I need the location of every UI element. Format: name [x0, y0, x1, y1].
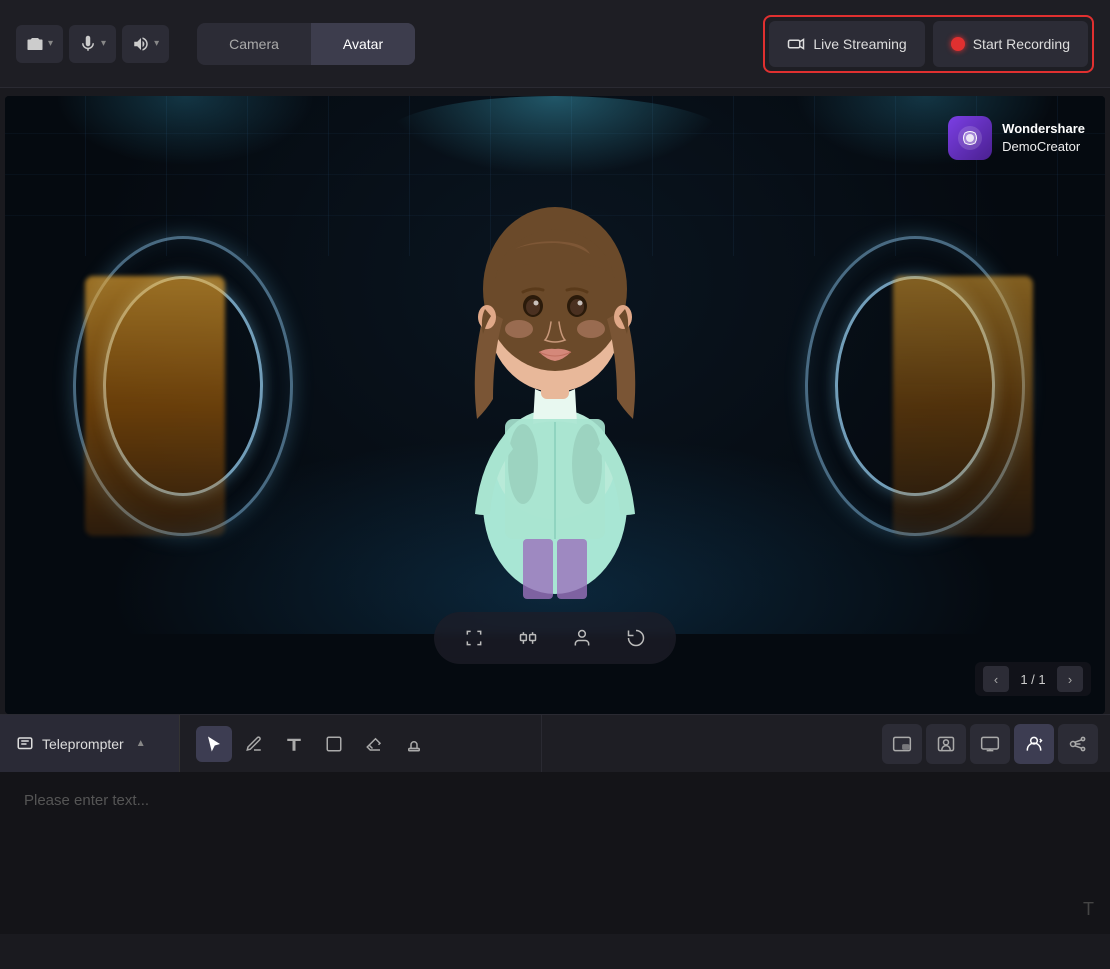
- text-resize-icon: T: [1083, 899, 1094, 920]
- avatar-controls-overlay: [434, 612, 676, 664]
- screen-icon: [980, 734, 1000, 754]
- avatar-container: [385, 144, 725, 664]
- watermark-text: Wondershare DemoCreator: [1002, 120, 1085, 156]
- eraser-tool-icon: [365, 735, 383, 753]
- stamp-tool-icon: [405, 735, 423, 753]
- tool-stamp-btn[interactable]: [396, 726, 432, 762]
- adjust-icon: [518, 628, 538, 648]
- live-streaming-btn[interactable]: Live Streaming: [769, 21, 924, 67]
- top-bar: ▾ ▾ ▾ Camera Avatar Live Streami: [0, 0, 1110, 88]
- teleprompter-dropdown-btn[interactable]: Teleprompter ▲: [0, 715, 180, 772]
- effects-btn[interactable]: [1058, 724, 1098, 764]
- avatar-ctrl-adjust[interactable]: [512, 622, 544, 654]
- avatar-source-icon: [1024, 734, 1044, 754]
- mic-btn[interactable]: ▾: [69, 25, 116, 63]
- tab-camera[interactable]: Camera: [197, 23, 311, 65]
- speaker-btn[interactable]: ▾: [122, 25, 169, 63]
- camera-chevron: ▾: [48, 38, 53, 49]
- avatar-ctrl-person[interactable]: [566, 622, 598, 654]
- watermark: Wondershare DemoCreator: [948, 116, 1085, 160]
- teleprompter-chevron-icon: ▲: [136, 738, 146, 749]
- avatar-ctrl-rotate[interactable]: [620, 622, 652, 654]
- mic-icon: [79, 35, 97, 53]
- select-tool-icon: [205, 735, 223, 753]
- action-btn-group: Live Streaming Start Recording: [763, 15, 1094, 73]
- page-counter: 1 / 1: [1017, 672, 1049, 687]
- start-recording-btn[interactable]: Start Recording: [933, 21, 1088, 67]
- avatar-ctrl-fullscreen[interactable]: [458, 622, 490, 654]
- tool-pen-btn[interactable]: [236, 726, 272, 762]
- democreator-logo-icon: [957, 125, 983, 151]
- mic-chevron: ▾: [101, 38, 106, 49]
- watermark-icon: [948, 116, 992, 160]
- tool-eraser-btn[interactable]: [356, 726, 392, 762]
- speaker-icon: [132, 35, 150, 53]
- text-placeholder: Please enter text...: [24, 792, 149, 809]
- avatar-figure: [415, 124, 695, 604]
- fullscreen-icon: [464, 628, 484, 648]
- camera-icon: [26, 35, 44, 53]
- facecam-btn[interactable]: [926, 724, 966, 764]
- text-tool-icon: [285, 735, 303, 753]
- live-streaming-icon: [787, 35, 805, 53]
- pip-icon: [892, 734, 912, 754]
- main-preview: Wondershare DemoCreator ‹ 1 / 1 ›: [5, 96, 1105, 714]
- tool-group: [180, 715, 542, 772]
- bottom-toolbar: Teleprompter ▲: [0, 714, 1110, 772]
- screen-btn[interactable]: [970, 724, 1010, 764]
- teleprompter-icon: [16, 735, 34, 753]
- device-controls: ▾ ▾ ▾: [16, 25, 169, 63]
- rotate-icon: [626, 628, 646, 648]
- tab-avatar[interactable]: Avatar: [311, 23, 415, 65]
- page-prev-btn[interactable]: ‹: [983, 666, 1009, 692]
- light-top-left: [55, 96, 315, 166]
- tool-select-btn[interactable]: [196, 726, 232, 762]
- camera-btn[interactable]: ▾: [16, 25, 63, 63]
- right-tool-group: [870, 715, 1110, 772]
- effects-icon: [1068, 734, 1088, 754]
- view-tab-group: Camera Avatar: [197, 23, 415, 65]
- page-nav: ‹ 1 / 1 ›: [975, 662, 1091, 696]
- record-dot-icon: [951, 37, 965, 51]
- tool-text-btn[interactable]: [276, 726, 312, 762]
- text-area-section: Please enter text... T: [0, 772, 1110, 934]
- pip-btn[interactable]: [882, 724, 922, 764]
- avatar-source-btn[interactable]: [1014, 724, 1054, 764]
- pen-tool-icon: [245, 735, 263, 753]
- tool-shape-btn[interactable]: [316, 726, 352, 762]
- speaker-chevron: ▾: [154, 38, 159, 49]
- facecam-icon: [936, 734, 956, 754]
- page-next-btn[interactable]: ›: [1057, 666, 1083, 692]
- person-icon: [572, 628, 592, 648]
- shape-tool-icon: [325, 735, 343, 753]
